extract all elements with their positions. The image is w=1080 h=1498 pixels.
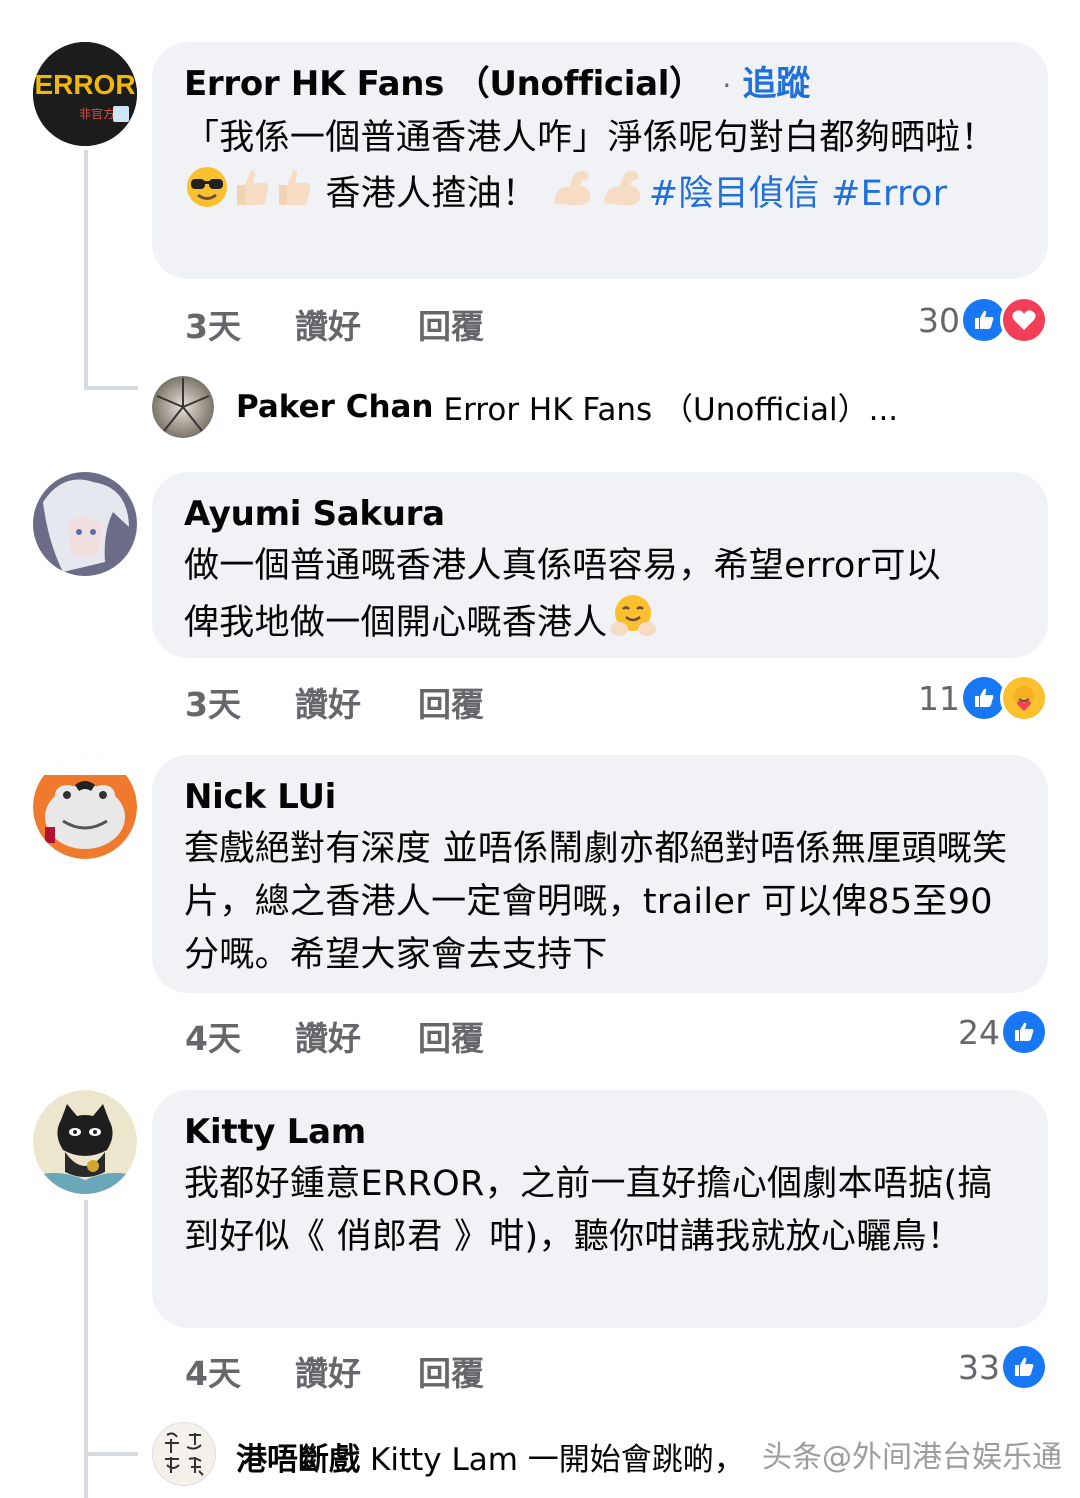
comment-text-body: 做一個普通嘅香港人真係唔容易，希望error可以俾我地做一個開心嘅香港人 [184, 546, 941, 643]
hashtag-link[interactable]: #Error [831, 174, 947, 214]
anime-avatar-icon [33, 472, 137, 576]
like-button[interactable]: 讚好 [295, 1012, 418, 1060]
comment-time[interactable]: 4天 [185, 1347, 295, 1395]
svg-text:非官方: 非官方 [79, 106, 115, 121]
comment-actions-2: 3天 讚好 回覆 [185, 678, 484, 726]
reply-button[interactable]: 回覆 [418, 1012, 484, 1060]
like-reaction-icon [1000, 1008, 1048, 1056]
thumbs-up-emoji-icon [231, 165, 271, 225]
watermark-text: 头条@外间港台娱乐通 [762, 1440, 1062, 1475]
comment-actions-3: 4天 讚好 回覆 [185, 1012, 484, 1060]
avatar-kitty-lam[interactable] [33, 1090, 137, 1194]
avatar-ayumi-sakura[interactable] [33, 472, 137, 576]
avatar-error-hk-fans[interactable]: ERROR 非官方 [33, 42, 137, 146]
like-reaction-icon [1000, 1343, 1048, 1391]
cool-sunglasses-emoji-icon [185, 165, 229, 225]
commenter-name[interactable]: Ayumi Sakura [184, 488, 1014, 540]
reaction-count: 33 [958, 1347, 1000, 1387]
reaction-summary-4[interactable]: 33 [958, 1343, 1048, 1391]
reaction-count: 24 [958, 1012, 1000, 1052]
hugging-face-emoji-icon [609, 593, 657, 655]
comment-text-part2: 香港人揸油！ [325, 174, 538, 214]
hashtag-link[interactable]: #陰目偵信 [649, 174, 820, 214]
reply-preview-text: Kitty Lam 一開始會跳啲， [370, 1442, 745, 1478]
care-reaction-icon [1000, 674, 1048, 722]
like-button[interactable]: 讚好 [295, 678, 418, 726]
love-reaction-icon [1000, 296, 1048, 344]
svg-text:ERROR: ERROR [34, 69, 135, 100]
reply-preview-paker-chan[interactable]: Paker Chan Error HK Fans （Unofficial）... [236, 384, 898, 429]
commenter-name-link[interactable]: Error HK Fans （Unofficial） [184, 64, 703, 104]
comment-text: 做一個普通嘅香港人真係唔容易，希望error可以俾我地做一個開心嘅香港人 [184, 540, 1014, 655]
thumbs-up-emoji-icon [273, 165, 313, 225]
commenter-name[interactable]: Kitty Lam [184, 1106, 1014, 1158]
avatar-paker-chan[interactable] [152, 376, 214, 438]
comment-text: 「我係一個普通香港人咋」淨係呢句對白都夠晒啦！ 香港人揸油！ #陰目偵信 #Er… [184, 112, 1014, 225]
comment-bubble-1: Error HK Fans （Unofficial） · 追蹤 「我係一個普通香… [152, 42, 1048, 279]
comment-bubble-2: Ayumi Sakura 做一個普通嘅香港人真係唔容易，希望error可以俾我地… [152, 472, 1048, 658]
follow-button[interactable]: 追蹤 [743, 64, 811, 104]
avatar-gang-ng-tyun-hei[interactable] [152, 1422, 216, 1486]
thread-line-4-branch [84, 1452, 138, 1456]
reaction-count: 11 [918, 678, 960, 718]
flexed-biceps-emoji-icon [600, 165, 648, 225]
comment-text: 我都好鍾意ERROR，之前一直好擔心個劇本唔掂(搞到好似《 俏郎君 》咁)，聽你… [184, 1164, 993, 1257]
comment-time[interactable]: 3天 [185, 678, 295, 726]
comment-actions-1: 3天 讚好 回覆 [185, 300, 484, 348]
commenter-name[interactable]: Nick LUi [184, 771, 1014, 823]
error-logo-icon: ERROR 非官方 [33, 42, 137, 146]
reply-author-name[interactable]: 港唔斷戲 [236, 1434, 360, 1479]
calligraphy-logo-icon [153, 1423, 215, 1485]
like-button[interactable]: 讚好 [295, 1347, 418, 1395]
commenter-name: Error HK Fans （Unofficial） · 追蹤 [184, 58, 1014, 112]
comment-time[interactable]: 4天 [185, 1012, 295, 1060]
reply-button[interactable]: 回覆 [418, 300, 484, 348]
reaction-summary-1[interactable]: 30 [918, 296, 1048, 344]
frog-cartoon-avatar-icon [33, 755, 137, 859]
comment-text-part1: 「我係一個普通香港人咋」淨係呢句對白都夠晒啦！ [184, 118, 996, 158]
comment-bubble-4: Kitty Lam 我都好鍾意ERROR，之前一直好擔心個劇本唔掂(搞到好似《 … [152, 1090, 1048, 1328]
lucky-cat-avatar-icon [33, 1090, 137, 1194]
flexed-biceps-emoji-icon [550, 165, 598, 225]
thread-line-1-branch [84, 386, 138, 390]
reply-preview-text: Error HK Fans （Unofficial）... [443, 392, 899, 428]
comment-actions-4: 4天 讚好 回覆 [185, 1347, 484, 1395]
reaction-count: 30 [918, 300, 960, 340]
umbrella-photo-icon [152, 376, 214, 438]
reply-preview-gang-ng-tyun-hei[interactable]: 港唔斷戲 Kitty Lam 一開始會跳啲， [236, 1434, 745, 1479]
reaction-summary-3[interactable]: 24 [958, 1008, 1048, 1056]
avatar-nick-lui[interactable] [33, 755, 137, 859]
reply-button[interactable]: 回覆 [418, 678, 484, 726]
reply-author-name[interactable]: Paker Chan [236, 389, 434, 425]
reaction-summary-2[interactable]: 11 [918, 674, 1048, 722]
thread-line-1 [84, 150, 88, 390]
comment-text: 套戲絕對有深度 並唔係鬧劇亦都絕對唔係無厘頭嘅笑片，總之香港人一定會明嘅，tra… [184, 829, 1008, 975]
reply-button[interactable]: 回覆 [418, 1347, 484, 1395]
follow-separator: · [722, 69, 731, 102]
comment-time[interactable]: 3天 [185, 300, 295, 348]
like-button[interactable]: 讚好 [295, 300, 418, 348]
comment-bubble-3: Nick LUi 套戲絕對有深度 並唔係鬧劇亦都絕對唔係無厘頭嘅笑片，總之香港人… [152, 755, 1048, 993]
